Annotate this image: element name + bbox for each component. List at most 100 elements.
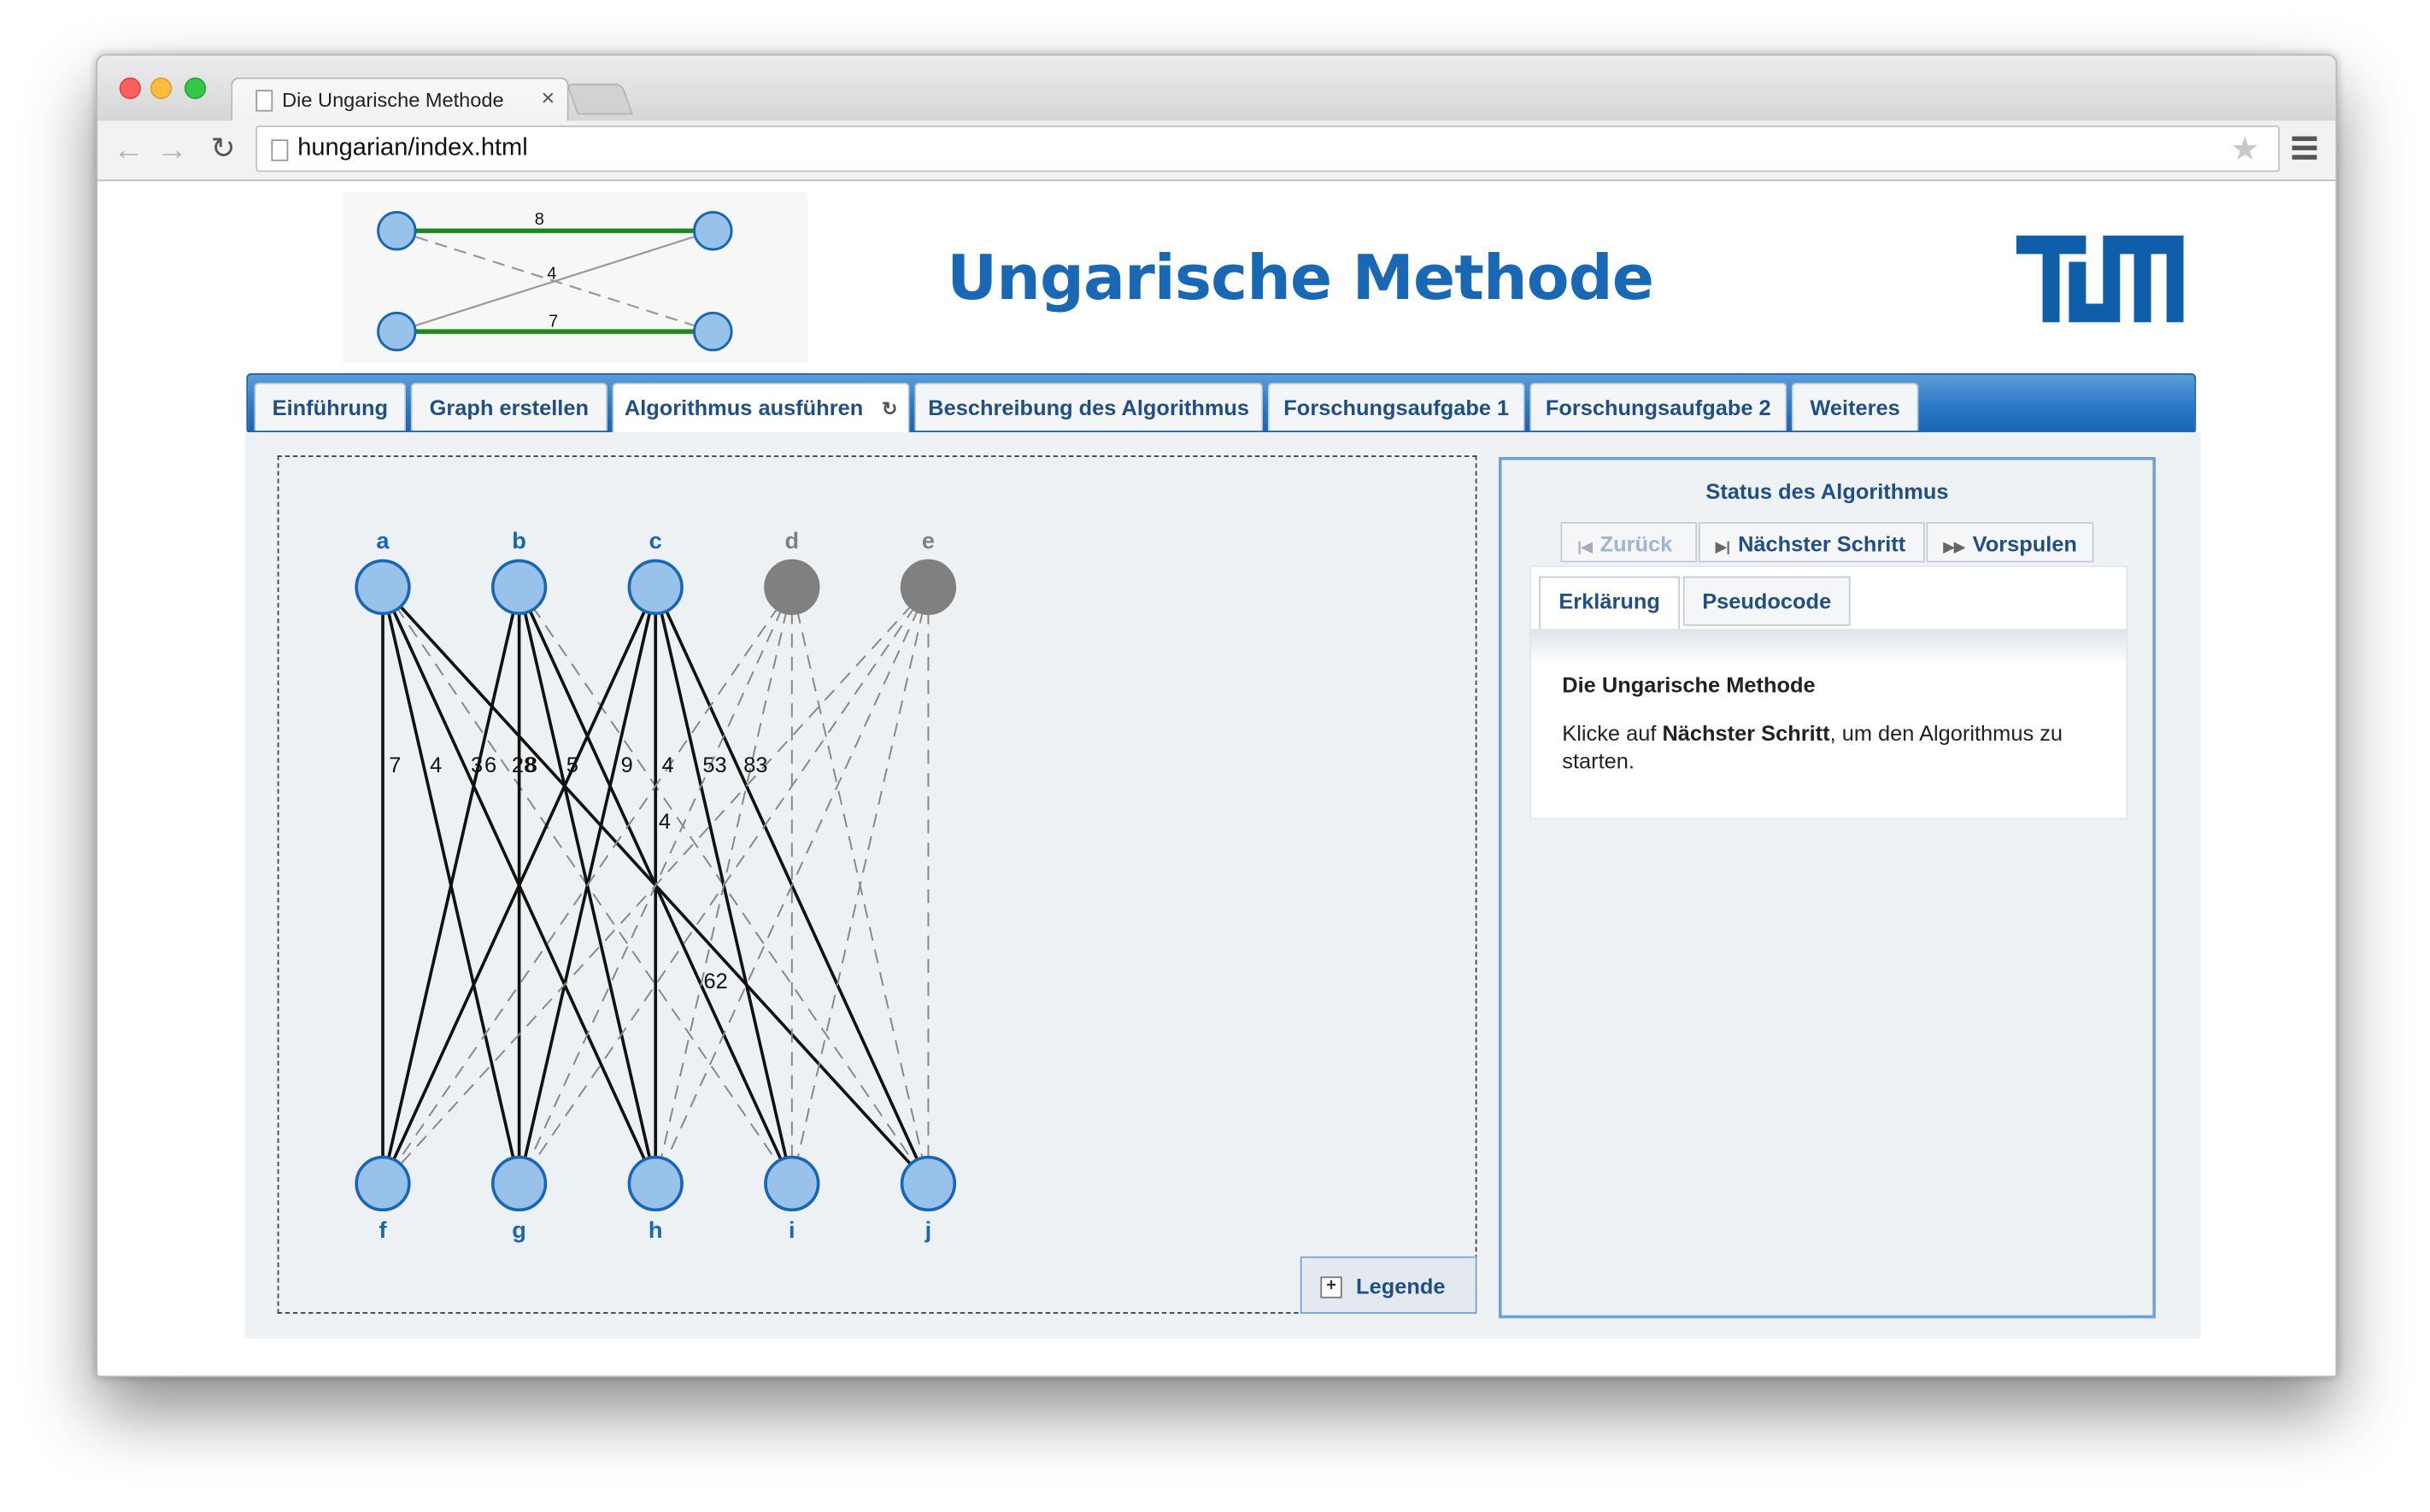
skip-back-icon: |◀ <box>1577 539 1593 555</box>
menu-icon[interactable] <box>2292 136 2317 165</box>
tab-graph-erstellen[interactable]: Graph erstellen <box>410 382 608 431</box>
explanation-text-bold: Nächster Schritt <box>1662 720 1830 746</box>
tab-forschungsaufgabe-2[interactable]: Forschungsaufgabe 2 <box>1529 382 1787 431</box>
browser-tab[interactable]: Die Ungarische Methode × <box>231 77 569 123</box>
node-g <box>490 1155 548 1212</box>
tab-pseudocode[interactable]: Pseudocode <box>1682 576 1851 626</box>
legend-label: Legende <box>1356 1273 1446 1298</box>
tab-label: Einführung <box>272 395 389 420</box>
banner-weight-label: 8 <box>535 210 544 229</box>
node-label-f: f <box>379 1216 387 1243</box>
forward-arrow-icon[interactable]: → <box>156 133 187 169</box>
node-label-e: e <box>922 527 935 554</box>
bipartite-graph[interactable]: 7 4 3 286 8 5 9 4 53 83462a b c d ef g h i j <box>279 457 1475 1312</box>
edge-weight-label: 7 <box>389 753 401 777</box>
node-b <box>490 559 548 615</box>
tab-label: Graph erstellen <box>429 395 589 420</box>
tab-label: Weiteres <box>1810 395 1900 420</box>
node-label-c: c <box>649 527 662 554</box>
node-label-h: h <box>649 1216 663 1243</box>
zoom-window-button[interactable] <box>184 77 207 100</box>
new-tab-button[interactable] <box>566 83 634 115</box>
banner-node <box>377 211 417 251</box>
edge-weight-label: 9 <box>621 753 633 777</box>
algorithm-status-panel: Status des Algorithmus |◀ Zurück ▶| Nächst… <box>1498 456 2156 1319</box>
page-content: 8 4 7 Ungarische Methode Einführung Grap… <box>97 181 2336 1376</box>
step-forward-icon: ▶| <box>1715 539 1731 555</box>
node-e <box>900 559 957 615</box>
back-button[interactable]: |◀ Zurück <box>1560 522 1698 563</box>
next-step-label: Nächster Schritt <box>1738 531 1906 557</box>
tab-label: Pseudocode <box>1702 589 1832 614</box>
node-label-d: d <box>785 527 800 554</box>
node-a <box>355 559 411 615</box>
graph-canvas[interactable]: 7 4 3 28 6 8 5 9 4 53 83 4 62 a b c d e f g h i j <box>277 455 1477 1314</box>
banner-weight-label: 7 <box>549 313 558 331</box>
tab-label: Erklärung <box>1558 589 1660 614</box>
edge-weight-label: 62 <box>703 970 727 993</box>
fast-forward-button[interactable]: ▶▶ Vorspulen <box>1926 522 2094 563</box>
node-d <box>764 559 820 615</box>
refresh-icon[interactable]: ↻ <box>882 398 897 419</box>
status-title: Status des Algorithmus <box>1705 478 1949 504</box>
main-tab-bar: Einführung Graph erstellen Algorithmus a… <box>246 373 2197 434</box>
edge-weight-label: 83 <box>743 753 767 777</box>
browser-window: Die Ungarische Methode × ← → ↻ hungarian… <box>96 54 2338 1378</box>
banner-weight-label: 4 <box>547 264 556 283</box>
banner-node <box>377 311 417 352</box>
fast-forward-icon: ▶▶ <box>1943 539 1965 555</box>
node-j <box>900 1155 957 1212</box>
reload-icon[interactable]: ↻ <box>211 132 236 167</box>
minimize-window-button[interactable] <box>150 77 173 100</box>
title-bar: Die Ungarische Methode × <box>97 56 2336 123</box>
edge-weight-label: 4 <box>659 810 671 834</box>
explanation-body: Die Ungarische Methode Klicke auf Nächst… <box>1531 629 2127 818</box>
tab-label: Algorithmus ausführen <box>624 395 864 420</box>
tab-label: Forschungsaufgabe 1 <box>1283 395 1510 420</box>
page-icon <box>255 90 273 112</box>
explanation-tabs: Erklärung Pseudocode Die Ungarische Meth… <box>1529 565 2128 820</box>
node-f <box>355 1155 411 1212</box>
close-tab-icon[interactable]: × <box>541 85 555 112</box>
next-step-button[interactable]: ▶| Nächster Schritt <box>1698 522 1925 563</box>
page-icon <box>271 139 289 161</box>
close-window-button[interactable] <box>119 77 142 100</box>
tab-label: Beschreibung des Algorithmus <box>928 395 1250 420</box>
banner-graph-illustration: 8 4 7 <box>342 191 807 363</box>
tab-forschungsaufgabe-1[interactable]: Forschungsaufgabe 1 <box>1267 382 1525 431</box>
tum-logo <box>2016 235 2184 323</box>
bookmark-star-icon[interactable]: ★ <box>2230 130 2259 168</box>
tab-label: Forschungsaufgabe 2 <box>1545 395 1771 420</box>
explanation-text-part: Klicke auf <box>1562 720 1663 746</box>
url-text: hungarian/index.html <box>297 134 528 161</box>
node-i <box>764 1155 820 1212</box>
tab-algorithmus-ausfuehren[interactable]: Algorithmus ausführen ↻ <box>612 382 910 434</box>
node-c <box>627 559 684 615</box>
explanation-text: Klicke auf Nächster Schritt, um den Algo… <box>1562 718 2104 774</box>
edge-weight-label: 3 <box>471 753 483 777</box>
banner-node <box>693 311 733 352</box>
node-label-i: i <box>789 1216 795 1243</box>
back-arrow-icon[interactable]: ← <box>113 133 144 169</box>
edge-weight-label: 8 <box>525 753 537 777</box>
tab-beschreibung[interactable]: Beschreibung des Algorithmus <box>914 382 1264 431</box>
legend-button[interactable]: + Legende <box>1300 1256 1477 1314</box>
tab-einfuehrung[interactable]: Einführung <box>254 382 407 431</box>
tab-weiteres[interactable]: Weiteres <box>1791 382 1919 431</box>
node-label-g: g <box>512 1216 526 1243</box>
node-label-j: j <box>924 1216 932 1243</box>
address-bar[interactable]: hungarian/index.html ★ <box>255 125 2280 173</box>
edge-weight-label: 4 <box>661 753 673 777</box>
edge-weight-label: 53 <box>702 753 726 777</box>
edge-weight-label: 6 <box>484 753 496 777</box>
explanation-heading: Die Ungarische Methode <box>1562 672 1816 698</box>
node-label-a: a <box>376 527 390 554</box>
page-title: Ungarische Methode <box>947 243 1654 315</box>
fast-forward-label: Vorspulen <box>1972 531 2077 557</box>
edge-weight-label: 4 <box>430 753 442 777</box>
tab-erklaerung[interactable]: Erklärung <box>1539 576 1681 630</box>
edge-weight-label: 5 <box>566 753 578 777</box>
plus-icon: + <box>1320 1276 1342 1298</box>
back-label: Zurück <box>1599 531 1673 557</box>
browser-tab-title: Die Ungarische Methode <box>282 88 504 112</box>
